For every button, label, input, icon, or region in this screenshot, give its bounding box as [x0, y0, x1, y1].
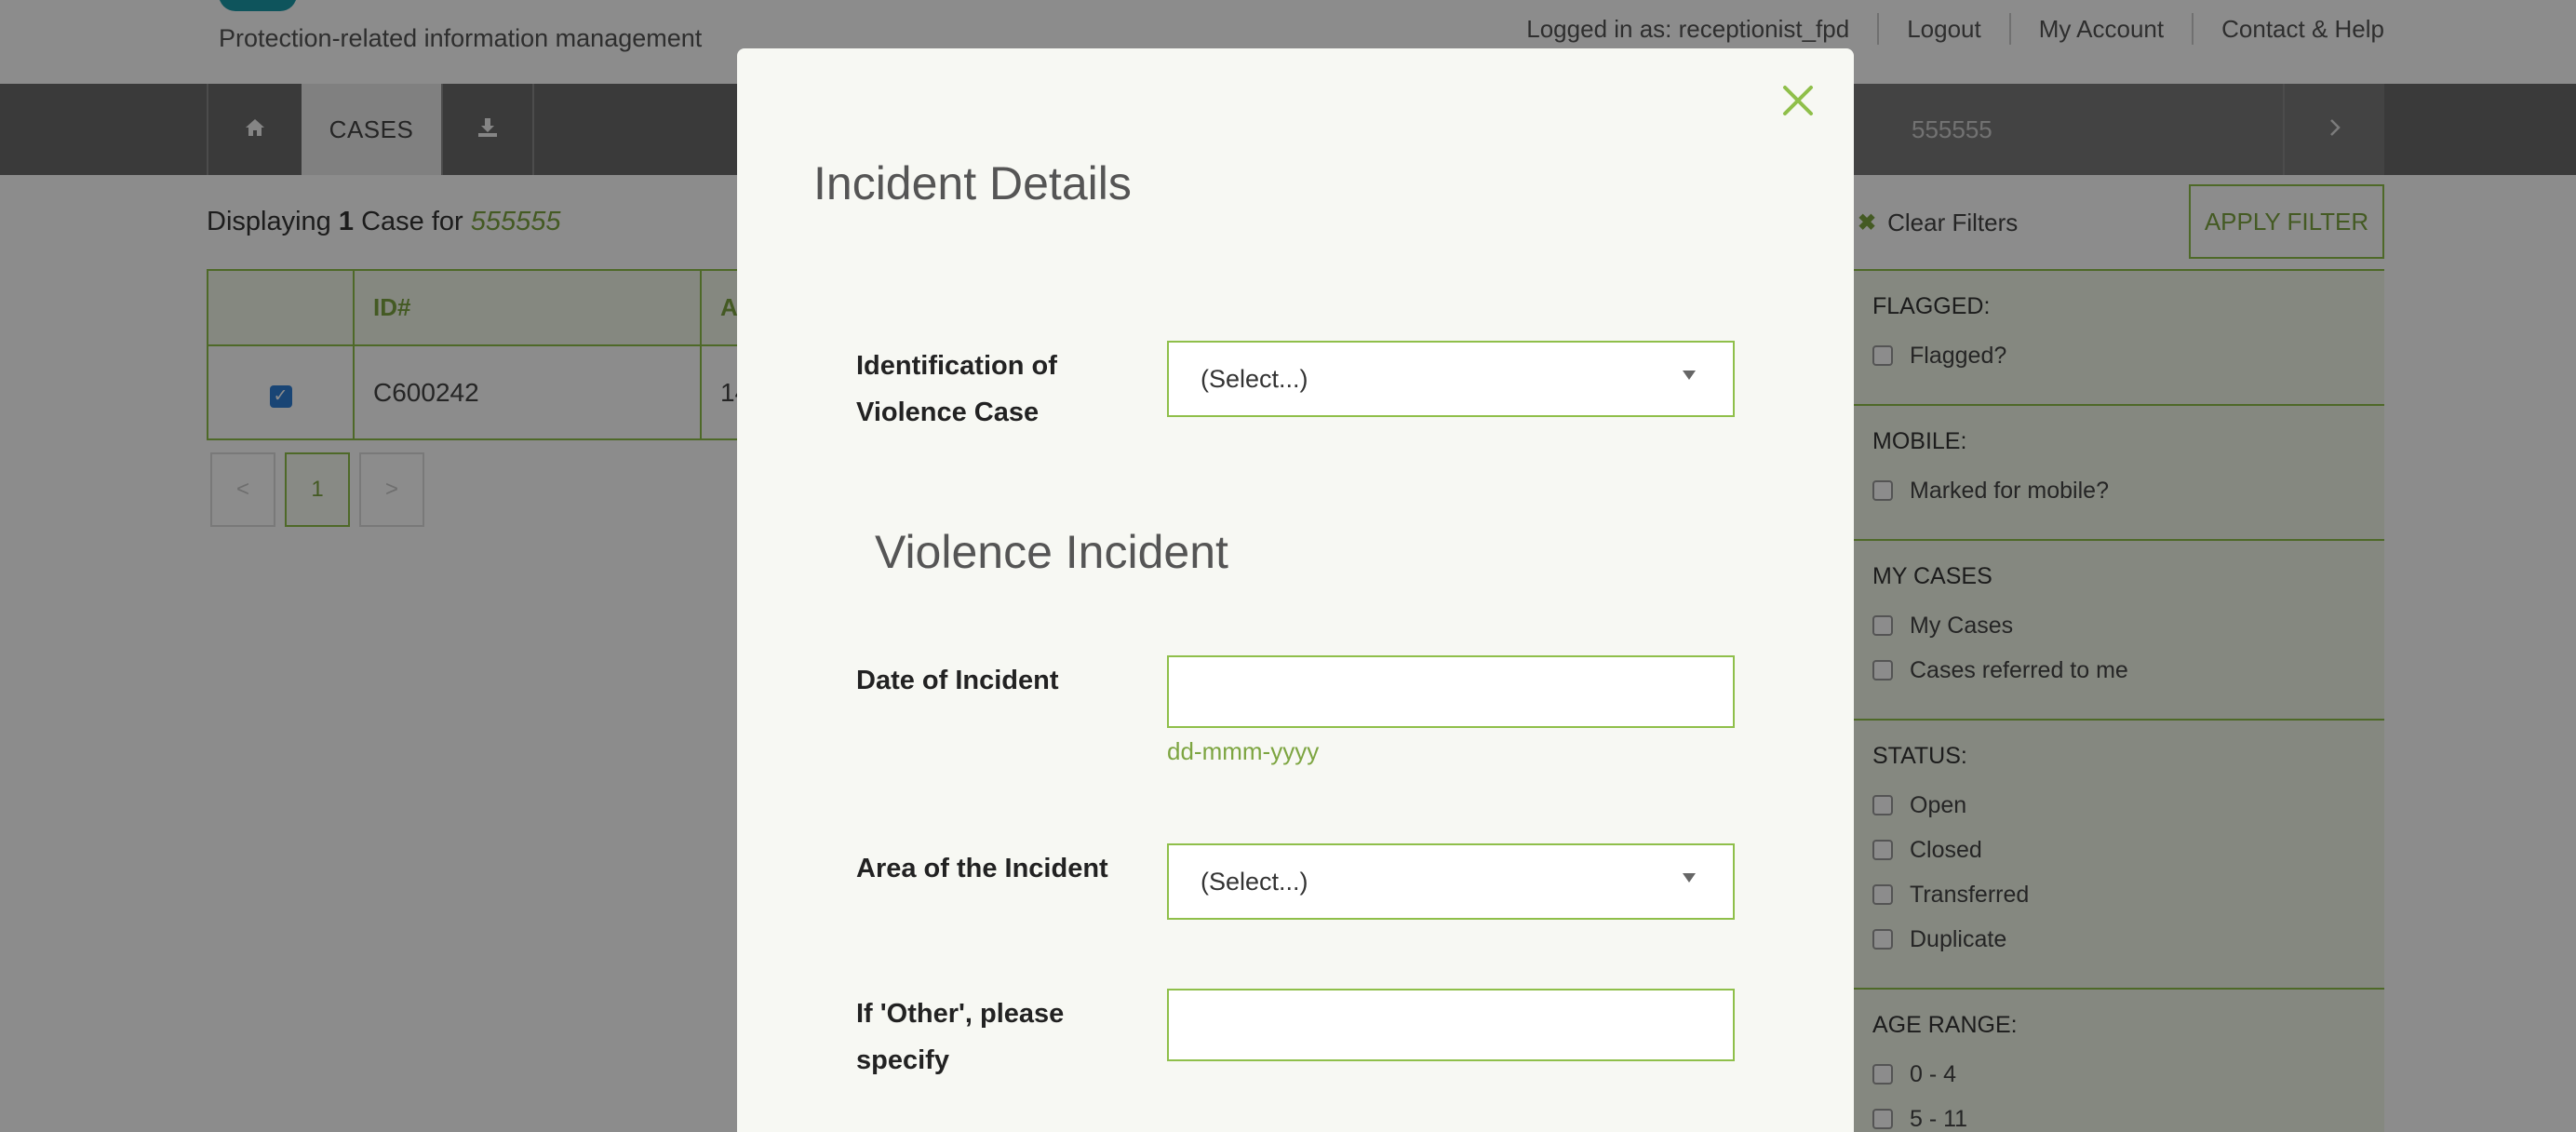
- date-of-incident-input[interactable]: [1167, 655, 1735, 728]
- dropdown-arrow-icon: [1683, 371, 1696, 380]
- identification-select[interactable]: (Select...): [1167, 341, 1735, 417]
- date-of-incident-label: Date of Incident: [856, 666, 1059, 695]
- modal-title: Incident Details: [813, 157, 1132, 209]
- modal-close-button[interactable]: [1770, 74, 1826, 130]
- identification-label: Identification of Violence Case: [856, 351, 1057, 427]
- other-specify-input[interactable]: [1167, 989, 1735, 1061]
- close-icon: [1782, 85, 1814, 121]
- area-of-incident-select[interactable]: (Select...): [1167, 843, 1735, 920]
- identification-value: (Select...): [1201, 364, 1308, 393]
- incident-details-modal: Incident Details Identification of Viole…: [737, 48, 1854, 1132]
- dropdown-arrow-icon: [1683, 873, 1696, 883]
- section-title: Violence Incident: [875, 526, 1228, 578]
- area-of-incident-label: Area of the Incident: [856, 854, 1108, 883]
- date-format-hint: dd-mmm-yyyy: [1167, 737, 1320, 765]
- other-specify-label: If 'Other', please specify: [856, 999, 1065, 1075]
- area-of-incident-value: (Select...): [1201, 867, 1308, 896]
